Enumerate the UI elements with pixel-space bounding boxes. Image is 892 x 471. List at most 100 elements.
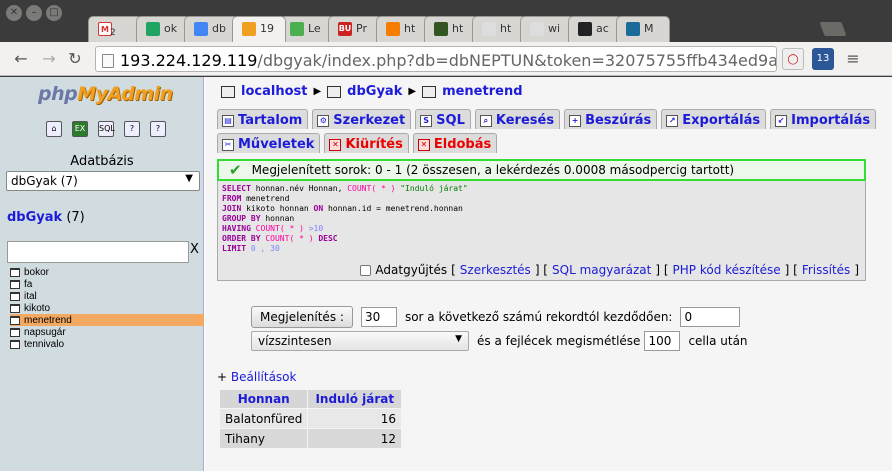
column-header[interactable]: Honnan (218, 389, 309, 409)
repeat-headers-input[interactable]: 100 (644, 331, 681, 351)
minimize-window-icon[interactable]: – (26, 5, 42, 21)
browser-tabs: M 2 ok db 19 Le BU Pr ht ht ht wi ac M (88, 16, 670, 42)
browser-tab[interactable]: ht (472, 16, 526, 42)
rows-count-input[interactable]: 30 (360, 307, 397, 327)
sql-keyword: JOIN (222, 204, 242, 213)
table-icon[interactable] (10, 339, 20, 349)
browser-tab[interactable]: 19 (232, 16, 286, 42)
table-icon[interactable] (10, 327, 20, 337)
table-icon[interactable] (10, 303, 20, 313)
table-icon[interactable] (10, 267, 20, 277)
sql-text: honnan (260, 214, 295, 223)
sidebar-table-name[interactable]: menetrend (24, 315, 72, 326)
tab-label: Keresés (495, 113, 555, 128)
edit-query-link[interactable]: Szerkesztés (460, 263, 531, 277)
breadcrumb-table[interactable]: menetrend (442, 84, 522, 99)
sidebar-table-item[interactable]: fa (10, 278, 204, 290)
sidebar-table-item[interactable]: tennivalo (10, 338, 204, 350)
sidebar-table-item[interactable]: ital (10, 290, 204, 302)
table-cell: 16 (307, 408, 403, 429)
explain-sql-link[interactable]: SQL magyarázat (552, 263, 651, 277)
tab-insert[interactable]: + Beszúrás (564, 109, 658, 129)
sql-string: "Induló járat" (395, 184, 468, 193)
address-bar[interactable]: 193.224.129.119/dbgyak/index.php?db=dbNE… (95, 46, 777, 72)
browser-tab-label: Le (308, 22, 321, 35)
display-mode-select[interactable]: vízszintesen ▼ (251, 331, 469, 351)
sidebar-table-name[interactable]: bokor (24, 267, 49, 278)
tab-structure[interactable]: ⚙ Szerkezet (312, 109, 412, 129)
create-php-code-link[interactable]: PHP kód készítése (673, 263, 781, 277)
browser-toolbar: ← → ↻ 193.224.129.119/dbgyak/index.php?d… (0, 42, 892, 76)
sidebar-table-item[interactable]: menetrend (10, 314, 204, 326)
sidebar-table-name[interactable]: tennivalo (24, 339, 64, 350)
reload-icon[interactable]: ↻ (66, 50, 84, 68)
browser-tab[interactable]: wi (520, 16, 574, 42)
tab-sql[interactable]: S SQL (415, 109, 471, 129)
opera-icon[interactable]: ◯ (782, 48, 804, 70)
refresh-link[interactable]: Frissítés (802, 263, 850, 277)
new-tab-button[interactable] (819, 22, 847, 36)
sql-query-icon[interactable]: SQL (98, 121, 115, 137)
table-icon[interactable] (10, 279, 20, 289)
browser-tab[interactable]: BU Pr (328, 16, 382, 42)
tab-drop[interactable]: ✕ Eldobás (412, 133, 498, 153)
column-header[interactable]: Induló járat (307, 389, 403, 409)
sidebar-table-name[interactable]: ital (24, 291, 37, 302)
breadcrumb-server[interactable]: localhost (241, 84, 307, 99)
browser-tab[interactable]: ht (376, 16, 430, 42)
browser-tab[interactable]: ac (568, 16, 622, 42)
sql-text: honnan.név Honnan, (250, 184, 348, 193)
close-window-icon[interactable]: ✕ (6, 5, 22, 21)
table-filter-input[interactable] (7, 241, 189, 263)
forward-arrow-icon[interactable]: → (40, 50, 58, 68)
browser-tab[interactable]: Le (280, 16, 334, 42)
browser-tab[interactable]: ok (136, 16, 190, 42)
tab-browse[interactable]: ▤ Tartalom (217, 109, 309, 129)
start-row-input[interactable]: 0 (680, 307, 741, 327)
sidebar-table-item[interactable]: bokor (10, 266, 204, 278)
maximize-window-icon[interactable]: □ (46, 5, 62, 21)
table-icon[interactable] (10, 291, 20, 301)
browser-tab[interactable]: M2 (88, 16, 142, 42)
sidebar-table-item[interactable]: kikoto (10, 302, 204, 314)
show-button[interactable]: Megjelenítés : (251, 306, 353, 328)
filter-clear-button[interactable]: X (190, 242, 199, 257)
sidebar-table-item[interactable]: napsugár (10, 326, 204, 338)
browser-tab[interactable]: db (184, 16, 238, 42)
breadcrumb-database[interactable]: dbGyak (347, 84, 402, 99)
tab-import[interactable]: ↙ Importálás (770, 109, 877, 129)
exit-icon[interactable]: EX (72, 121, 88, 137)
settings-link[interactable]: Beállítások (231, 370, 297, 384)
tab-export[interactable]: ↗ Exportálás (661, 109, 767, 129)
browser-tab[interactable]: M (616, 16, 670, 42)
back-arrow-icon[interactable]: ← (12, 50, 30, 68)
docs-icon[interactable]: ? (124, 121, 140, 137)
home-icon[interactable]: ⌂ (46, 121, 62, 137)
browser-tab-label: ac (596, 22, 609, 35)
sql-function: COUNT (347, 184, 372, 193)
browser-tab-label: wi (548, 22, 561, 35)
tab-search[interactable]: ⌕ Keresés (474, 109, 561, 129)
mysql-docs-icon[interactable]: ? (150, 121, 166, 137)
profiling-checkbox[interactable] (360, 264, 372, 276)
browser-tab[interactable]: ht (424, 16, 478, 42)
table-icon[interactable] (10, 315, 20, 325)
db-heading: dbGyak (7) (7, 210, 85, 225)
sidebar-table-name[interactable]: fa (24, 279, 32, 290)
empty-icon: ✕ (329, 138, 342, 151)
menu-icon[interactable]: ≡ (842, 48, 864, 70)
phpmyadmin-logo[interactable]: phpMyAdmin (38, 83, 173, 105)
sql-query-box: SELECT honnan.név Honnan, COUNT( * ) "In… (217, 181, 866, 281)
amazon-icon (578, 22, 592, 36)
table-icon (422, 85, 437, 98)
content-frame: localhost ▶ dbGyak ▶ menetrend ▤ Tartalom… (205, 77, 892, 471)
operations-icon: ✂ (222, 138, 234, 151)
tab-operations[interactable]: ✂ Műveletek (217, 133, 321, 153)
calendar-extension-icon[interactable]: 13 (812, 48, 834, 70)
db-name-link[interactable]: dbGyak (7, 210, 62, 225)
check-icon: ✔ (229, 161, 242, 179)
database-select[interactable]: dbGyak (7) ▼ (6, 171, 200, 191)
tab-empty[interactable]: ✕ Kiürítés (324, 133, 409, 153)
sidebar-table-name[interactable]: kikoto (24, 303, 50, 314)
sidebar-table-name[interactable]: napsugár (24, 327, 66, 338)
